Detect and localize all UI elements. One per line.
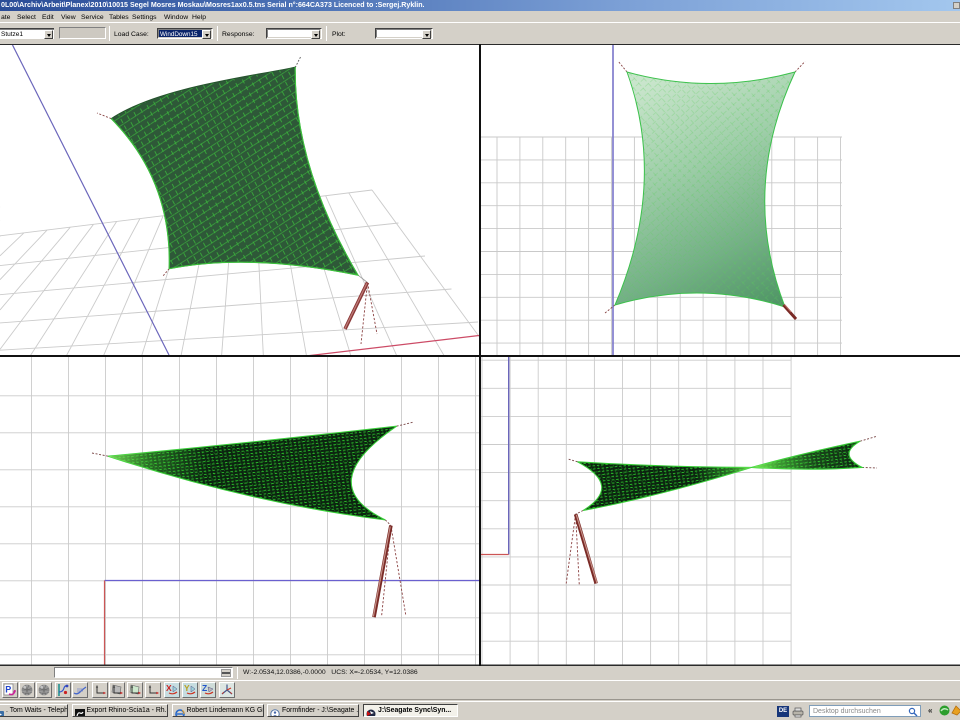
svg-text:X: X xyxy=(166,683,172,693)
svg-text:P: P xyxy=(5,685,11,695)
svg-text:Y: Y xyxy=(184,683,190,693)
svg-text:Z: Z xyxy=(202,683,207,693)
